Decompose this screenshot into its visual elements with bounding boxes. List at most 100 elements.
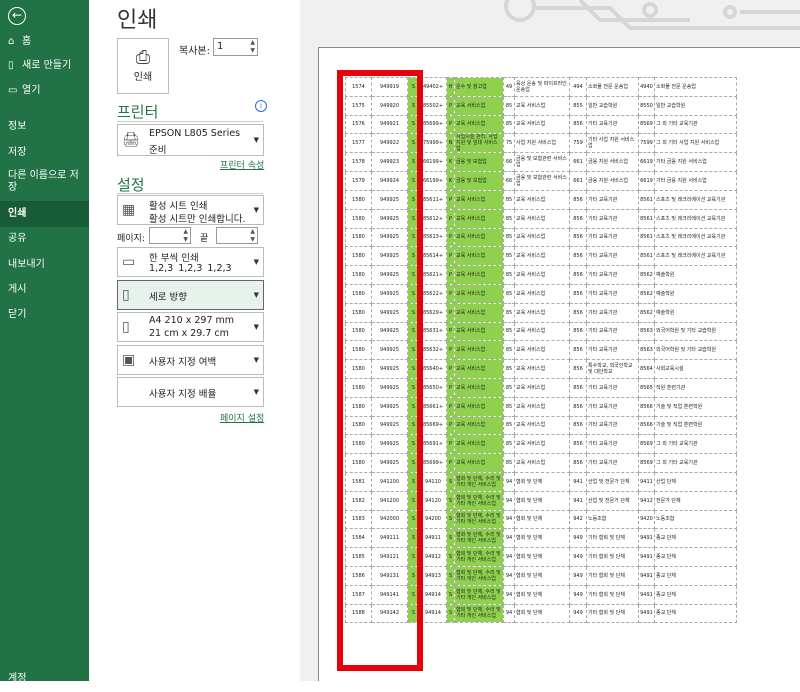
table-cell: 8562 <box>638 283 655 304</box>
info-icon[interactable]: i <box>255 100 267 112</box>
table-cell: 외국어학원 및 기타 교습학원 <box>654 321 737 342</box>
sidebar-item-close[interactable]: 닫기 <box>0 302 89 328</box>
printer-section-title: 프린터 <box>117 103 159 121</box>
table-cell: 8550 <box>638 95 655 116</box>
table-cell: 941 <box>569 490 587 511</box>
table-cell: 교육 서비스업 <box>514 434 570 455</box>
table-cell: 94 <box>503 490 515 511</box>
table-cell: 교육 서비스업 <box>454 283 504 304</box>
print-what-dropdown[interactable]: ▦ 활성 시트 인쇄 활성 시트만 인쇄합니다. ▼ <box>117 195 264 225</box>
margins-icon: ▣ <box>122 352 136 368</box>
table-cell: 기술 및 직업 훈련학원 <box>654 396 737 417</box>
table-cell: 7599 <box>638 133 655 154</box>
sidebar-item-print[interactable]: 인쇄 <box>0 201 89 227</box>
sidebar-item-new[interactable]: ▯ 새로 만들기 <box>0 53 89 79</box>
collate-icon: ▭ <box>122 254 136 270</box>
table-cell: 856 <box>569 227 587 248</box>
table-cell: 75999+ <box>419 133 447 154</box>
scaling-dropdown[interactable]: 사용자 지정 배율 ▼ <box>117 377 264 407</box>
table-cell: 교육 서비스업 <box>454 415 504 436</box>
table-cell: 기타 교육기관 <box>586 453 639 473</box>
table-cell: 교육 서비스업 <box>514 340 570 361</box>
margins-dropdown[interactable]: ▣ 사용자 지정 여백 ▼ <box>117 345 264 375</box>
table-cell: 산업 및 전문가 단체 <box>586 471 639 492</box>
table-cell: 85 <box>503 189 515 210</box>
sidebar-item-export[interactable]: 내보내기 <box>0 252 89 278</box>
table-cell: 금융 및 보험관련 서비스업 <box>514 171 570 191</box>
spinner-icon[interactable]: ▲ ▼ <box>250 228 255 244</box>
table-cell: 교육 서비스업 <box>514 114 570 135</box>
table-cell: 94120 <box>419 490 447 511</box>
copies-stepper[interactable]: 1 ▲ ▼ <box>213 38 258 56</box>
sidebar-item-account[interactable]: 계정 <box>0 666 89 692</box>
table-cell: 9491 <box>638 584 655 605</box>
table-cell: 85622+ <box>419 283 447 304</box>
settings-section-title: 설정 <box>117 176 145 194</box>
table-cell: 856 <box>569 265 587 285</box>
printer-properties-link[interactable]: 프린터 속성 <box>220 158 264 171</box>
table-cell: 85631+ <box>419 321 447 342</box>
page-from-input[interactable]: ▲ ▼ <box>149 227 191 244</box>
sidebar-item-save-as[interactable]: 다른 이름으로 저장 <box>0 168 89 196</box>
red-highlight-box <box>337 70 423 671</box>
table-cell: 교육 서비스업 <box>454 114 504 135</box>
table-cell: 사업시설 관리, 사업 지원 및 임대 서비스업 <box>454 133 504 154</box>
table-cell: 6619 <box>638 152 655 173</box>
table-cell: 소화물 전문 운송업 <box>586 77 639 97</box>
sidebar-item-publish[interactable]: 게시 <box>0 277 89 303</box>
table-cell: 그 외 기타 교육기관 <box>654 114 737 135</box>
table-cell: 협회 및 단체, 수리 및 기타 개인 서비스업 <box>454 490 504 511</box>
table-cell: P <box>446 246 455 267</box>
table-cell: 94914 <box>419 603 447 624</box>
sidebar-item-share[interactable]: 공유 <box>0 226 89 252</box>
table-cell: 9491 <box>638 547 655 567</box>
sidebar-item-home[interactable]: ⌂ 홈 <box>0 29 89 55</box>
collate-dropdown[interactable]: ▭ 한 부씩 인쇄 1,2,3 1,2,3 1,2,3 ▼ <box>117 247 264 277</box>
table-cell: 759 <box>569 133 587 154</box>
sidebar-item-open[interactable]: ▭ 열기 <box>0 78 89 104</box>
sidebar-item-info[interactable]: 정보 <box>0 114 89 140</box>
print-button[interactable]: ⎙ 인쇄 <box>117 38 169 94</box>
table-cell: 기타 협회 및 단체 <box>586 584 639 605</box>
table-cell: 금융 및 보험업 <box>454 152 504 173</box>
table-cell: 스포츠 및 레크리에이션 교육기관 <box>654 208 737 229</box>
table-cell: 94 <box>503 603 515 624</box>
printer-dropdown[interactable]: 🖨 EPSON L805 Series 준비 ▼ <box>117 124 264 156</box>
table-cell: 85 <box>503 208 515 229</box>
table-cell: 교육 서비스업 <box>514 453 570 473</box>
table-cell: 94 <box>503 565 515 586</box>
table-cell: 기타 교육기관 <box>586 189 639 210</box>
paper-icon: ▯ <box>122 319 130 335</box>
paper-size-dropdown[interactable]: ▯ A4 210 x 297 mm 21 cm x 29.7 cm ▼ <box>117 312 264 342</box>
spinner-icon[interactable]: ▲ ▼ <box>250 39 255 55</box>
table-cell: 협회 및 단체 <box>514 565 570 586</box>
table-cell: 8562 <box>638 302 655 323</box>
table-cell: 85613+ <box>419 227 447 248</box>
table-cell: 856 <box>569 283 587 304</box>
sidebar-item-save[interactable]: 저장 <box>0 140 89 166</box>
table-cell: 기타 협회 및 단체 <box>586 565 639 586</box>
table-cell: 전문가 단체 <box>654 490 737 511</box>
back-arrow-icon[interactable]: ← <box>8 7 26 25</box>
table-cell: 노동조합 <box>654 509 737 530</box>
table-cell: 6619 <box>638 171 655 191</box>
table-cell: 기술 및 직업 훈련학원 <box>654 415 737 436</box>
table-cell: 949 <box>569 603 587 624</box>
table-cell: 94110 <box>419 471 447 492</box>
table-cell: 기타 교육기관 <box>586 302 639 323</box>
table-cell: 8569 <box>638 434 655 455</box>
table-cell: 85 <box>503 396 515 417</box>
table-cell: P <box>446 208 455 229</box>
page-setup-link[interactable]: 페이지 설정 <box>220 411 264 424</box>
table-cell: 산업 및 전문가 단체 <box>586 490 639 511</box>
table-cell: 85 <box>503 377 515 398</box>
page-to-input[interactable]: ▲ ▼ <box>216 227 258 244</box>
orientation-dropdown[interactable]: ▯ 세로 방향 ▼ <box>117 280 264 310</box>
table-cell: 기타 교육기관 <box>586 340 639 361</box>
table-cell: 85612+ <box>419 208 447 229</box>
spinner-icon[interactable]: ▲ ▼ <box>183 228 188 244</box>
table-cell: 856 <box>569 189 587 210</box>
table-cell: 종교 단체 <box>654 584 737 605</box>
table-cell: 941 <box>569 471 587 492</box>
table-cell: P <box>446 359 455 379</box>
